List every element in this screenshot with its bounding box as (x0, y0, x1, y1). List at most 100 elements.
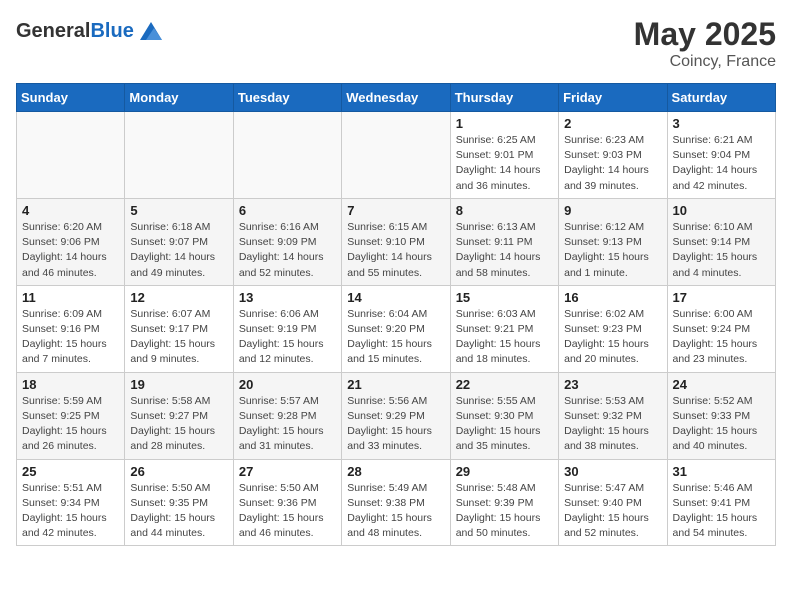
calendar-cell: 20 Sunrise: 5:57 AMSunset: 9:28 PMDayligh… (233, 372, 341, 459)
calendar-cell: 31 Sunrise: 5:46 AMSunset: 9:41 PMDayligh… (667, 459, 775, 546)
day-detail: Sunrise: 6:07 AMSunset: 9:17 PMDaylight:… (130, 307, 227, 368)
calendar-cell (17, 112, 125, 199)
calendar-cell: 1 Sunrise: 6:25 AMSunset: 9:01 PMDaylight… (450, 112, 558, 199)
day-number: 2 (564, 116, 661, 131)
day-number: 31 (673, 464, 770, 479)
calendar-location: Coincy, France (634, 53, 776, 71)
day-detail: Sunrise: 5:57 AMSunset: 9:28 PMDaylight:… (239, 394, 336, 455)
day-detail: Sunrise: 6:25 AMSunset: 9:01 PMDaylight:… (456, 133, 553, 194)
calendar-cell: 28 Sunrise: 5:49 AMSunset: 9:38 PMDayligh… (342, 459, 450, 546)
calendar-week-1: 1 Sunrise: 6:25 AMSunset: 9:01 PMDaylight… (17, 112, 776, 199)
day-detail: Sunrise: 6:09 AMSunset: 9:16 PMDaylight:… (22, 307, 119, 368)
day-number: 26 (130, 464, 227, 479)
calendar-cell: 24 Sunrise: 5:52 AMSunset: 9:33 PMDayligh… (667, 372, 775, 459)
day-detail: Sunrise: 6:23 AMSunset: 9:03 PMDaylight:… (564, 133, 661, 194)
day-number: 11 (22, 290, 119, 305)
day-detail: Sunrise: 6:12 AMSunset: 9:13 PMDaylight:… (564, 220, 661, 281)
calendar-cell: 13Sunrise: 6:06 AMSunset: 9:19 PMDayligh… (233, 285, 341, 372)
day-detail: Sunrise: 6:10 AMSunset: 9:14 PMDaylight:… (673, 220, 770, 281)
day-number: 12 (130, 290, 227, 305)
col-wednesday: Wednesday (342, 84, 450, 112)
calendar-cell: 4 Sunrise: 6:20 AMSunset: 9:06 PMDaylight… (17, 198, 125, 285)
page-header: GeneralBlue May 2025 Coincy, France (16, 16, 776, 71)
logo-icon (136, 16, 166, 46)
calendar-cell: 7Sunrise: 6:15 AMSunset: 9:10 PMDaylight… (342, 198, 450, 285)
calendar-cell: 5Sunrise: 6:18 AMSunset: 9:07 PMDaylight… (125, 198, 233, 285)
day-detail: Sunrise: 6:18 AMSunset: 9:07 PMDaylight:… (130, 220, 227, 281)
day-detail: Sunrise: 5:59 AMSunset: 9:25 PMDaylight:… (22, 394, 119, 455)
col-monday: Monday (125, 84, 233, 112)
day-detail: Sunrise: 5:48 AMSunset: 9:39 PMDaylight:… (456, 481, 553, 542)
day-detail: Sunrise: 5:51 AMSunset: 9:34 PMDaylight:… (22, 481, 119, 542)
day-detail: Sunrise: 6:15 AMSunset: 9:10 PMDaylight:… (347, 220, 444, 281)
calendar-cell: 2 Sunrise: 6:23 AMSunset: 9:03 PMDaylight… (559, 112, 667, 199)
calendar-header-row: Sunday Monday Tuesday Wednesday Thursday… (17, 84, 776, 112)
day-number: 30 (564, 464, 661, 479)
calendar-cell: 10 Sunrise: 6:10 AMSunset: 9:14 PMDayligh… (667, 198, 775, 285)
day-detail: Sunrise: 5:46 AMSunset: 9:41 PMDaylight:… (673, 481, 770, 542)
calendar-cell: 27 Sunrise: 5:50 AMSunset: 9:36 PMDayligh… (233, 459, 341, 546)
day-number: 9 (564, 203, 661, 218)
day-detail: Sunrise: 5:49 AMSunset: 9:38 PMDaylight:… (347, 481, 444, 542)
day-detail: Sunrise: 5:50 AMSunset: 9:36 PMDaylight:… (239, 481, 336, 542)
logo-general-text: GeneralBlue (16, 20, 134, 43)
day-detail: Sunrise: 6:00 AMSunset: 9:24 PMDaylight:… (673, 307, 770, 368)
title-block: May 2025 Coincy, France (634, 16, 776, 71)
day-detail: Sunrise: 5:56 AMSunset: 9:29 PMDaylight:… (347, 394, 444, 455)
day-number: 28 (347, 464, 444, 479)
day-number: 15 (456, 290, 553, 305)
calendar-cell: 11 Sunrise: 6:09 AMSunset: 9:16 PMDayligh… (17, 285, 125, 372)
calendar-week-3: 11 Sunrise: 6:09 AMSunset: 9:16 PMDayligh… (17, 285, 776, 372)
calendar-cell: 26 Sunrise: 5:50 AMSunset: 9:35 PMDayligh… (125, 459, 233, 546)
calendar-cell: 23 Sunrise: 5:53 AMSunset: 9:32 PMDayligh… (559, 372, 667, 459)
day-detail: Sunrise: 6:03 AMSunset: 9:21 PMDaylight:… (456, 307, 553, 368)
day-number: 14 (347, 290, 444, 305)
day-detail: Sunrise: 6:02 AMSunset: 9:23 PMDaylight:… (564, 307, 661, 368)
calendar-cell: 12 Sunrise: 6:07 AMSunset: 9:17 PMDayligh… (125, 285, 233, 372)
day-number: 24 (673, 377, 770, 392)
col-tuesday: Tuesday (233, 84, 341, 112)
day-detail: Sunrise: 5:52 AMSunset: 9:33 PMDaylight:… (673, 394, 770, 455)
day-detail: Sunrise: 5:53 AMSunset: 9:32 PMDaylight:… (564, 394, 661, 455)
day-number: 10 (673, 203, 770, 218)
day-number: 4 (22, 203, 119, 218)
calendar-cell: 9 Sunrise: 6:12 AMSunset: 9:13 PMDaylight… (559, 198, 667, 285)
calendar-cell: 30 Sunrise: 5:47 AMSunset: 9:40 PMDayligh… (559, 459, 667, 546)
day-number: 3 (673, 116, 770, 131)
calendar-cell: 6Sunrise: 6:16 AMSunset: 9:09 PMDaylight… (233, 198, 341, 285)
day-number: 16 (564, 290, 661, 305)
calendar-week-4: 18Sunrise: 5:59 AMSunset: 9:25 PMDayligh… (17, 372, 776, 459)
calendar-cell: 16 Sunrise: 6:02 AMSunset: 9:23 PMDayligh… (559, 285, 667, 372)
day-number: 27 (239, 464, 336, 479)
day-number: 22 (456, 377, 553, 392)
day-detail: Sunrise: 6:13 AMSunset: 9:11 PMDaylight:… (456, 220, 553, 281)
day-detail: Sunrise: 6:20 AMSunset: 9:06 PMDaylight:… (22, 220, 119, 281)
calendar-title: May 2025 (634, 16, 776, 53)
day-number: 13 (239, 290, 336, 305)
day-number: 17 (673, 290, 770, 305)
day-number: 29 (456, 464, 553, 479)
day-detail: Sunrise: 6:04 AMSunset: 9:20 PMDaylight:… (347, 307, 444, 368)
calendar-cell (342, 112, 450, 199)
day-number: 20 (239, 377, 336, 392)
day-number: 23 (564, 377, 661, 392)
day-detail: Sunrise: 5:47 AMSunset: 9:40 PMDaylight:… (564, 481, 661, 542)
calendar-cell: 17 Sunrise: 6:00 AMSunset: 9:24 PMDayligh… (667, 285, 775, 372)
calendar-cell: 15 Sunrise: 6:03 AMSunset: 9:21 PMDayligh… (450, 285, 558, 372)
col-sunday: Sunday (17, 84, 125, 112)
calendar-cell (233, 112, 341, 199)
calendar-table: Sunday Monday Tuesday Wednesday Thursday… (16, 83, 776, 546)
calendar-cell: 29 Sunrise: 5:48 AMSunset: 9:39 PMDayligh… (450, 459, 558, 546)
calendar-cell: 22Sunrise: 5:55 AMSunset: 9:30 PMDayligh… (450, 372, 558, 459)
calendar-week-2: 4 Sunrise: 6:20 AMSunset: 9:06 PMDaylight… (17, 198, 776, 285)
calendar-cell: 8Sunrise: 6:13 AMSunset: 9:11 PMDaylight… (450, 198, 558, 285)
calendar-cell: 21Sunrise: 5:56 AMSunset: 9:29 PMDayligh… (342, 372, 450, 459)
day-number: 1 (456, 116, 553, 131)
day-number: 6 (239, 203, 336, 218)
calendar-cell: 14 Sunrise: 6:04 AMSunset: 9:20 PMDayligh… (342, 285, 450, 372)
calendar-cell: 25Sunrise: 5:51 AMSunset: 9:34 PMDayligh… (17, 459, 125, 546)
day-detail: Sunrise: 6:21 AMSunset: 9:04 PMDaylight:… (673, 133, 770, 194)
day-number: 19 (130, 377, 227, 392)
day-detail: Sunrise: 5:50 AMSunset: 9:35 PMDaylight:… (130, 481, 227, 542)
logo: GeneralBlue (16, 16, 166, 46)
